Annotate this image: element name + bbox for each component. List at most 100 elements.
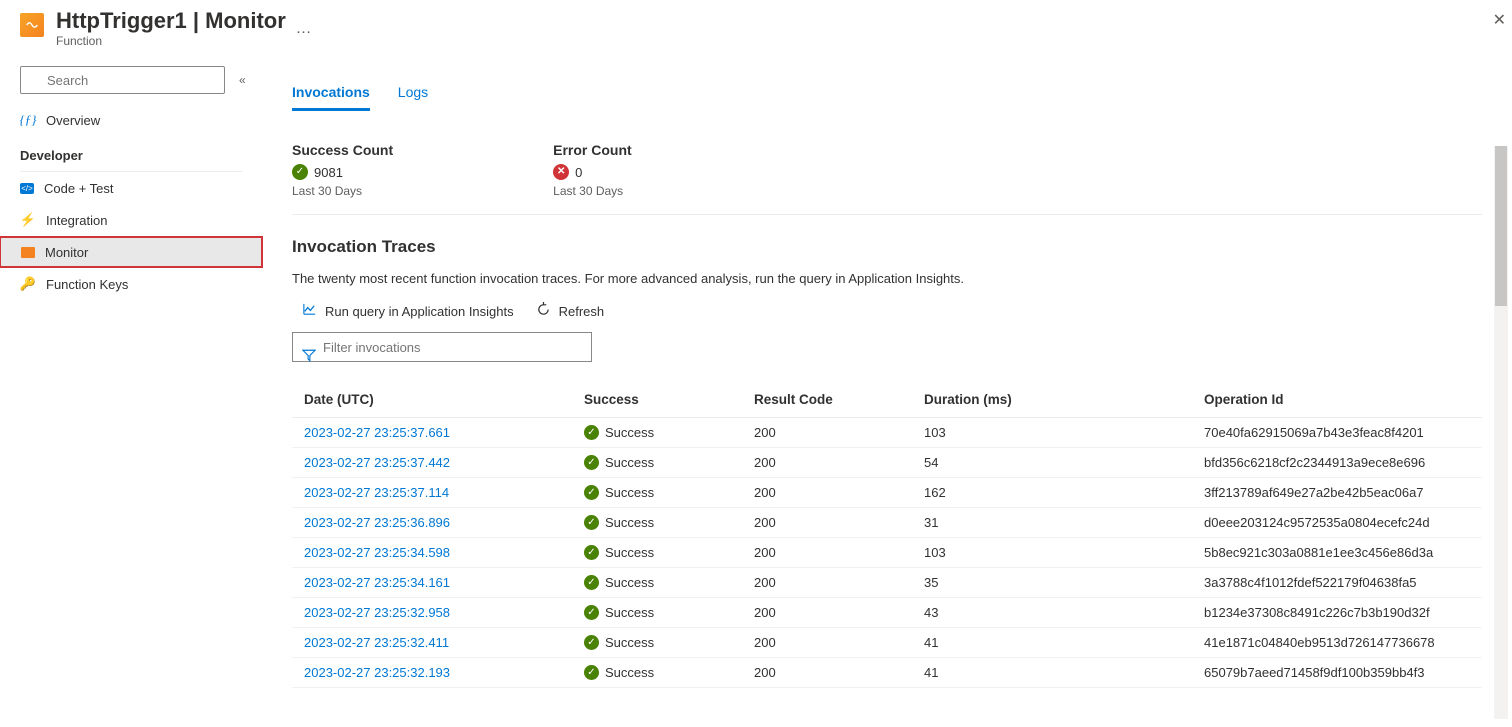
sidebar-section-developer: Developer [0, 136, 262, 165]
table-row: 2023-02-27 23:25:34.598✓Success2001035b8… [292, 538, 1482, 568]
operation-id: 65079b7aeed71458f9df100b359bb4f3 [1192, 658, 1482, 688]
success-icon: ✓ [584, 665, 599, 680]
success-icon: ✓ [584, 545, 599, 560]
collapse-sidebar-icon[interactable]: « [239, 73, 242, 87]
invocation-date-link[interactable]: 2023-02-27 23:25:32.958 [304, 605, 450, 620]
sidebar-label: Code + Test [44, 181, 114, 196]
stat-sub: Last 30 Days [292, 184, 393, 198]
success-icon: ✓ [584, 575, 599, 590]
traces-desc: The twenty most recent function invocati… [292, 271, 1482, 286]
invocation-date-link[interactable]: 2023-02-27 23:25:37.661 [304, 425, 450, 440]
chart-icon [302, 302, 317, 320]
stat-title: Success Count [292, 142, 393, 158]
result-code: 200 [742, 448, 912, 478]
duration: 103 [912, 418, 1192, 448]
success-label: Success [605, 515, 654, 530]
more-menu-icon[interactable]: … [295, 20, 312, 37]
key-icon: 🔑 [20, 276, 36, 292]
page-subtitle: Function [56, 34, 1492, 48]
tab-invocations[interactable]: Invocations [292, 84, 370, 111]
filter-invocations-input[interactable] [292, 332, 592, 362]
result-code: 200 [742, 478, 912, 508]
sidebar-item-monitor[interactable]: Monitor [0, 236, 263, 268]
traces-title: Invocation Traces [292, 237, 1482, 257]
table-row: 2023-02-27 23:25:32.411✓Success2004141e1… [292, 628, 1482, 658]
operation-id: bfd356c6218cf2c2344913a9ece8e696 [1192, 448, 1482, 478]
stat-title: Error Count [553, 142, 632, 158]
operation-id: 3a3788c4f1012fdef522179f04638fa5 [1192, 568, 1482, 598]
success-label: Success [605, 485, 654, 500]
duration: 31 [912, 508, 1192, 538]
sidebar: « {ƒ} Overview Developer </> Code + Test… [0, 66, 262, 727]
duration: 54 [912, 448, 1192, 478]
invocations-table: Date (UTC) Success Result Code Duration … [292, 382, 1482, 688]
refresh-button[interactable]: Refresh [536, 302, 605, 320]
sidebar-item-code-test[interactable]: </> Code + Test [0, 172, 262, 204]
sidebar-item-overview[interactable]: {ƒ} Overview [0, 104, 262, 136]
table-row: 2023-02-27 23:25:34.161✓Success200353a37… [292, 568, 1482, 598]
sidebar-item-integration[interactable]: ⚡ Integration [0, 204, 262, 236]
page-header: HttpTrigger1 | Monitor … Function [0, 0, 1512, 66]
th-result[interactable]: Result Code [742, 382, 912, 418]
error-count-block: Error Count ✕ 0 Last 30 Days [553, 142, 632, 198]
result-code: 200 [742, 628, 912, 658]
error-count-value: 0 [575, 165, 582, 180]
close-icon[interactable]: ✕ [1493, 10, 1506, 30]
success-label: Success [605, 545, 654, 560]
refresh-icon [536, 302, 551, 320]
invocation-date-link[interactable]: 2023-02-27 23:25:36.896 [304, 515, 450, 530]
code-icon: </> [20, 183, 34, 194]
result-code: 200 [742, 418, 912, 448]
scrollbar[interactable] [1494, 146, 1508, 719]
sidebar-label: Function Keys [46, 277, 128, 292]
operation-id: 70e40fa62915069a7b43e3feac8f4201 [1192, 418, 1482, 448]
table-row: 2023-02-27 23:25:32.193✓Success200416507… [292, 658, 1482, 688]
success-label: Success [605, 425, 654, 440]
success-label: Success [605, 665, 654, 680]
invocation-date-link[interactable]: 2023-02-27 23:25:32.411 [304, 635, 449, 650]
success-label: Success [605, 635, 654, 650]
table-row: 2023-02-27 23:25:37.442 ✓ Success 20054bfd3… [292, 448, 1482, 478]
invocation-date-link[interactable]: 2023-02-27 23:25:37.442 [304, 455, 450, 470]
stat-sub: Last 30 Days [553, 184, 632, 198]
overview-icon: {ƒ} [20, 112, 36, 128]
th-op[interactable]: Operation Id [1192, 382, 1482, 418]
sidebar-label: Overview [46, 113, 100, 128]
success-icon: ✓ [584, 455, 599, 470]
success-icon: ✓ [584, 515, 599, 530]
tab-bar: Invocations Logs [292, 84, 1482, 112]
table-row: 2023-02-27 23:25:37.114✓Success2001623ff… [292, 478, 1482, 508]
sidebar-item-function-keys[interactable]: 🔑 Function Keys [0, 268, 262, 300]
filter-icon [302, 349, 316, 366]
run-query-label: Run query in Application Insights [325, 304, 514, 319]
invocation-date-link[interactable]: 2023-02-27 23:25:34.161 [304, 575, 450, 590]
stats-row: Success Count ✓ 9081 Last 30 Days Error … [292, 142, 1482, 215]
th-duration[interactable]: Duration (ms) [912, 382, 1192, 418]
invocation-date-link[interactable]: 2023-02-27 23:25:37.114 [304, 485, 449, 500]
operation-id: d0eee203124c9572535a0804ecefc24d [1192, 508, 1482, 538]
sidebar-label: Monitor [45, 245, 88, 260]
duration: 103 [912, 538, 1192, 568]
main-content: Invocations Logs Success Count ✓ 9081 La… [262, 66, 1512, 727]
tab-logs[interactable]: Logs [398, 84, 428, 111]
operation-id: 41e1871c04840eb9513d726147736678 [1192, 628, 1482, 658]
operation-id: 3ff213789af649e27a2be42b5eac06a7 [1192, 478, 1482, 508]
error-badge-icon: ✕ [553, 164, 569, 180]
result-code: 200 [742, 538, 912, 568]
duration: 43 [912, 598, 1192, 628]
invocation-date-link[interactable]: 2023-02-27 23:25:34.598 [304, 545, 450, 560]
scrollbar-thumb[interactable] [1495, 146, 1507, 306]
th-date[interactable]: Date (UTC) [292, 382, 572, 418]
invocation-date-link[interactable]: 2023-02-27 23:25:32.193 [304, 665, 450, 680]
run-query-button[interactable]: Run query in Application Insights [302, 302, 514, 320]
duration: 41 [912, 658, 1192, 688]
th-success[interactable]: Success [572, 382, 742, 418]
search-input[interactable] [20, 66, 225, 94]
lightning-icon: ⚡ [20, 212, 36, 228]
result-code: 200 [742, 508, 912, 538]
sidebar-label: Integration [46, 213, 107, 228]
success-label: Success [605, 455, 654, 470]
page-title: HttpTrigger1 | Monitor [56, 8, 286, 33]
table-row: 2023-02-27 23:25:37.661✓Success20010370e… [292, 418, 1482, 448]
table-row: 2023-02-27 23:25:36.896 ✓ Success 20031d0ee… [292, 508, 1482, 538]
